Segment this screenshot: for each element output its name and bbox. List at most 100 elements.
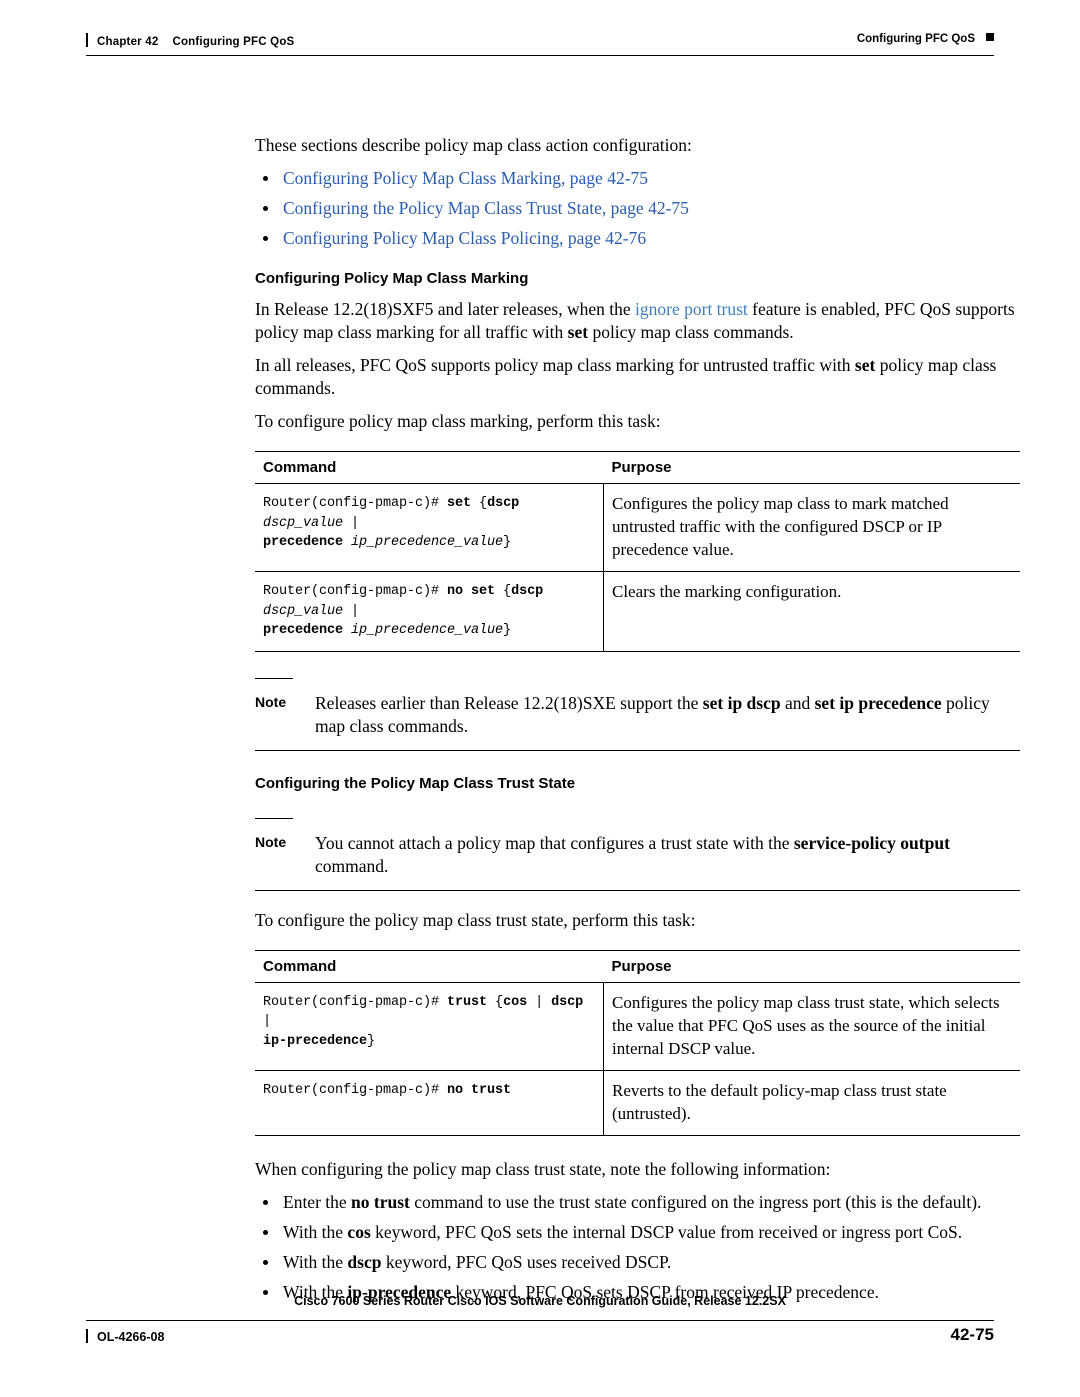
header-chapter-title: Configuring PFC QoS (172, 36, 295, 48)
table-header-command: Command (255, 949, 604, 983)
text-bold: dscp (347, 1251, 382, 1272)
cli-syntax: } (503, 535, 512, 550)
footer-doc-id-text: OL-4266-08 (97, 1330, 165, 1344)
table-cell-command: Router(config-pmap-c)# trust {cos | dscp… (255, 982, 604, 1071)
cli-variable: ip_precedence_value (343, 535, 504, 550)
list-item: Enter the no trust command to use the tr… (255, 1191, 1020, 1214)
bullet-dot-icon (263, 1199, 268, 1205)
text-bold: no trust (351, 1191, 410, 1212)
text-fragment: In all releases, PFC QoS supports policy… (255, 355, 855, 375)
text-bold: cos (347, 1221, 371, 1242)
header-chapter-number: Chapter 42 (97, 36, 159, 48)
intro-lead: These sections describe policy map class… (255, 135, 692, 155)
header-square-icon (986, 33, 994, 41)
cli-variable: dscp_value (263, 603, 344, 619)
cli-syntax: | (343, 515, 360, 531)
table-row: Router(config-pmap-c)# set {dscp dscp_va… (255, 483, 1020, 572)
list-item: Configuring Policy Map Class Policing, p… (255, 227, 1020, 250)
cross-reference-link[interactable]: Configuring Policy Map Class Marking, pa… (283, 168, 648, 188)
table-cell-command: Router(config-pmap-c)# set {dscp dscp_va… (255, 483, 604, 572)
table-cell-purpose: Configures the policy map class to mark … (603, 483, 1020, 572)
cli-syntax: } (367, 1033, 376, 1049)
inline-link-ignore-port-trust[interactable]: ignore port trust (635, 299, 748, 319)
text-fragment: and (780, 692, 815, 713)
section-heading-marking: Configuring Policy Map Class Marking (255, 270, 529, 287)
text-fragment: policy map class commands. (588, 322, 794, 342)
list-item: With the dscp keyword, PFC QoS uses rece… (255, 1251, 1020, 1274)
cli-keyword: dscp (551, 994, 584, 1010)
bullet-dot-icon (263, 1259, 268, 1265)
cli-keyword: no set (447, 584, 496, 599)
note-top-rule (255, 817, 1020, 819)
text-bold: service-policy output (793, 832, 950, 853)
table-header-row: Command Purpose (255, 949, 1020, 983)
cli-keyword: precedence (263, 535, 344, 550)
document-page: Chapter 42 Configuring PFC QoS Configurin… (0, 0, 1080, 1397)
trust-paragraph: To configure the policy map class trust … (255, 909, 696, 930)
cross-reference-link[interactable]: Configuring the Policy Map Class Trust S… (283, 198, 689, 218)
header-running-head: Configuring PFC QoS (857, 33, 994, 45)
bullet-dot-icon (263, 1229, 268, 1235)
note-label: Note (255, 693, 287, 710)
table-header-purpose: Purpose (603, 451, 1020, 484)
note-top-rule (255, 677, 1020, 679)
text-fragment: keyword, PFC QoS sets the internal DSCP … (370, 1221, 963, 1242)
text-fragment: In Release 12.2(18)SXF5 and later releas… (255, 299, 636, 319)
cli-variable: ip_precedence_value (343, 623, 504, 638)
text-fragment: Enter the (283, 1191, 352, 1212)
cli-syntax: { (487, 994, 504, 1010)
table-cell-command: Router(config-pmap-c)# no trust (255, 1070, 604, 1136)
note-bottom-rule (255, 889, 1020, 891)
command-table-marking: Command Purpose Router(config-pmap-c)# s… (255, 451, 1020, 652)
footer-guide-title: Cisco 7600 Series Router Cisco IOS Softw… (294, 1294, 786, 1308)
marking-paragraph-3: To configure policy map class marking, p… (255, 411, 661, 431)
command-table-trust-state: Command Purpose Router(config-pmap-c)# t… (255, 949, 1020, 1136)
footer-page-number: 42-75 (950, 1325, 994, 1344)
footer-doc-id: OL-4266-08 (86, 1329, 164, 1344)
cross-reference-link[interactable]: Configuring Policy Map Class Policing, p… (283, 228, 646, 248)
footer-rule (86, 1320, 994, 1321)
table-header-purpose: Purpose (603, 949, 1020, 983)
cli-syntax: | (343, 603, 360, 619)
bullet-dot-icon (263, 236, 268, 241)
cli-prompt: Router(config-pmap-c)# (263, 496, 448, 511)
section-link-list: Configuring Policy Map Class Marking, pa… (255, 167, 1020, 250)
cli-keyword: no trust (447, 1082, 512, 1098)
text-fragment: command. (315, 855, 389, 876)
text-fragment: With the (283, 1221, 348, 1242)
list-item: With the cos keyword, PFC QoS sets the i… (255, 1221, 1020, 1244)
text-bold: set ip dscp (702, 692, 781, 713)
header-tick-icon (86, 33, 88, 47)
cli-keyword: dscp (487, 496, 520, 511)
section-heading-trust-state: Configuring the Policy Map Class Trust S… (255, 774, 576, 792)
header-chapter: Chapter 42 Configuring PFC QoS (86, 33, 294, 48)
note-text: You cannot attach a policy map that conf… (315, 832, 1020, 878)
cli-keyword: cos (503, 994, 528, 1010)
cli-syntax: { (471, 496, 488, 511)
table-header-row: Command Purpose (255, 451, 1020, 484)
marking-paragraph-2: In all releases, PFC QoS supports policy… (255, 354, 1020, 400)
text-fragment: Releases earlier than Release 12.2(18)SX… (315, 692, 703, 713)
cli-syntax: | (263, 1014, 272, 1029)
cli-keyword: dscp (511, 584, 544, 599)
note-block-1: Note Releases earlier than Release 12.2(… (255, 677, 1020, 751)
table-row: Router(config-pmap-c)# no trust Reverts … (255, 1070, 1020, 1136)
header-rule (86, 55, 994, 56)
cli-keyword: ip-precedence (263, 1033, 368, 1049)
table-row: Router(config-pmap-c)# no set {dscp dscp… (255, 571, 1020, 652)
cli-prompt: Router(config-pmap-c)# (263, 1082, 448, 1098)
cli-keyword: precedence (263, 623, 344, 638)
text-fragment: keyword, PFC QoS uses received DSCP. (381, 1251, 672, 1272)
note-text: Releases earlier than Release 12.2(18)SX… (315, 692, 1020, 738)
cli-syntax: } (503, 623, 512, 638)
outro-lead: When configuring the policy map class tr… (255, 1158, 831, 1179)
footer-tick-icon (86, 1329, 88, 1343)
cli-syntax: { (495, 584, 512, 599)
table-header-command: Command (255, 451, 604, 484)
bullet-dot-icon (263, 206, 268, 211)
list-item: Configuring the Policy Map Class Trust S… (255, 197, 1020, 220)
table-cell-command: Router(config-pmap-c)# no set {dscp dscp… (255, 571, 604, 652)
table-cell-purpose: Reverts to the default policy-map class … (603, 1070, 1020, 1136)
marking-paragraph-1: In Release 12.2(18)SXF5 and later releas… (255, 298, 1020, 344)
cli-keyword: set (447, 496, 472, 511)
